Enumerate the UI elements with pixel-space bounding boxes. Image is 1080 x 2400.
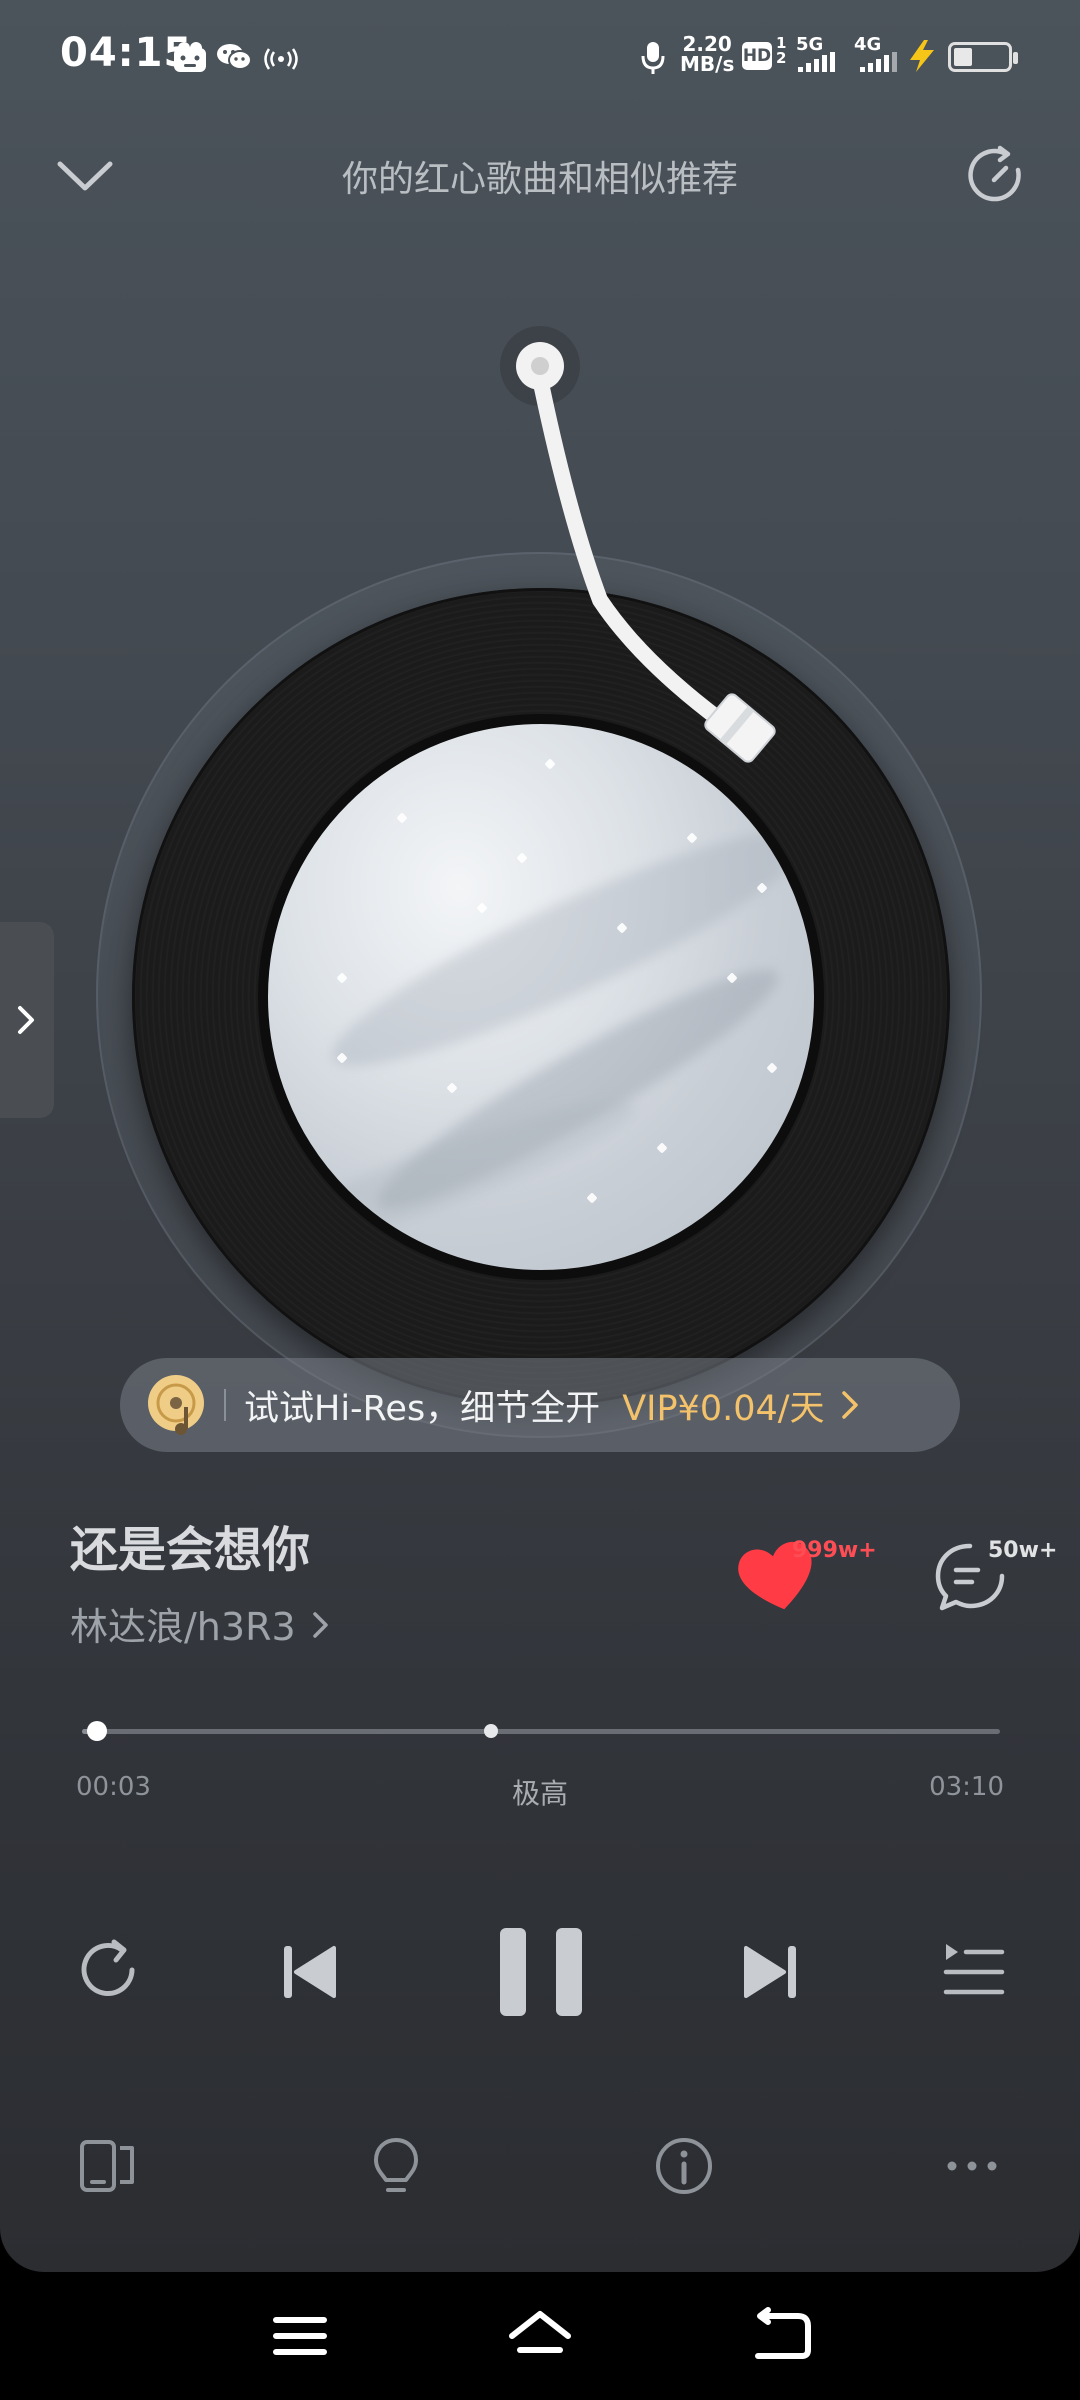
net-speed-value: 2.20 bbox=[682, 32, 732, 56]
hires-disc-icon bbox=[148, 1375, 204, 1435]
chevron-right-icon bbox=[312, 1611, 328, 1638]
comment-count: 50w+ bbox=[988, 1538, 1058, 1563]
device-icon[interactable] bbox=[76, 2134, 140, 2198]
hotspot-icon bbox=[264, 48, 298, 70]
refresh-icon[interactable] bbox=[960, 140, 1030, 210]
progress-knob[interactable] bbox=[86, 1721, 107, 1741]
status-bar: 04:15 2.20 MB/s HD 1 2 5G 4G bbox=[0, 0, 1080, 118]
artist-name: 林达浪/h3R3 bbox=[70, 1605, 296, 1649]
banner-divider bbox=[224, 1389, 226, 1421]
progress-marker bbox=[484, 1724, 498, 1738]
repeat-icon[interactable] bbox=[72, 1934, 144, 2006]
like-count: 999w+ bbox=[792, 1538, 877, 1563]
player-screen: 04:15 2.20 MB/s HD 1 2 5G 4G 你的红心歌曲和相似推荐… bbox=[0, 0, 1080, 2272]
artist-link[interactable]: 林达浪/h3R3 bbox=[70, 1596, 336, 1651]
playlist-icon[interactable] bbox=[942, 1938, 1006, 2002]
sim-slot-label: 12 bbox=[776, 34, 787, 67]
page-title: 你的红心歌曲和相似推荐 bbox=[341, 159, 738, 200]
signal-5g-icon bbox=[798, 52, 835, 72]
battery-icon bbox=[948, 42, 1018, 72]
banner-vip-price: VIP¥0.04/天 bbox=[622, 1388, 825, 1429]
total-time: 03:10 bbox=[929, 1772, 1004, 1802]
chevron-right-icon bbox=[18, 1006, 34, 1034]
charging-icon bbox=[910, 40, 934, 72]
home-icon[interactable] bbox=[504, 2302, 576, 2370]
system-nav-bar bbox=[0, 2272, 1080, 2400]
lightbulb-icon[interactable] bbox=[364, 2134, 428, 2198]
menu-icon[interactable] bbox=[264, 2302, 336, 2370]
next-icon[interactable] bbox=[740, 1940, 804, 2004]
quality-label[interactable]: 极高 bbox=[0, 1772, 1080, 1812]
vinyl-record[interactable] bbox=[132, 588, 950, 1406]
info-icon[interactable] bbox=[652, 2134, 716, 2198]
mic-icon bbox=[641, 42, 665, 74]
wechat-icon bbox=[217, 44, 252, 70]
net-speed: 2.20 MB/s bbox=[680, 34, 734, 74]
banner-text: 试试Hi-Res，细节全开 bbox=[244, 1388, 601, 1429]
signal-4g-icon bbox=[860, 52, 897, 72]
side-panel-tab[interactable] bbox=[0, 922, 54, 1118]
more-icon[interactable] bbox=[940, 2134, 1004, 2198]
previous-icon[interactable] bbox=[276, 1940, 340, 2004]
hires-promo-banner[interactable]: 试试Hi-Res，细节全开 VIP¥0.04/天 bbox=[120, 1358, 960, 1452]
song-title: 还是会想你 bbox=[70, 1522, 311, 1578]
pause-icon[interactable] bbox=[496, 1924, 586, 2020]
hd-icon: HD bbox=[742, 42, 772, 70]
progress-bar[interactable] bbox=[82, 1729, 1000, 1734]
chevron-right-icon bbox=[841, 1391, 858, 1419]
back-icon[interactable] bbox=[744, 2302, 816, 2370]
album-cover bbox=[258, 714, 824, 1280]
cloud-app-icon bbox=[174, 42, 206, 72]
net-speed-unit: MB/s bbox=[680, 52, 735, 76]
